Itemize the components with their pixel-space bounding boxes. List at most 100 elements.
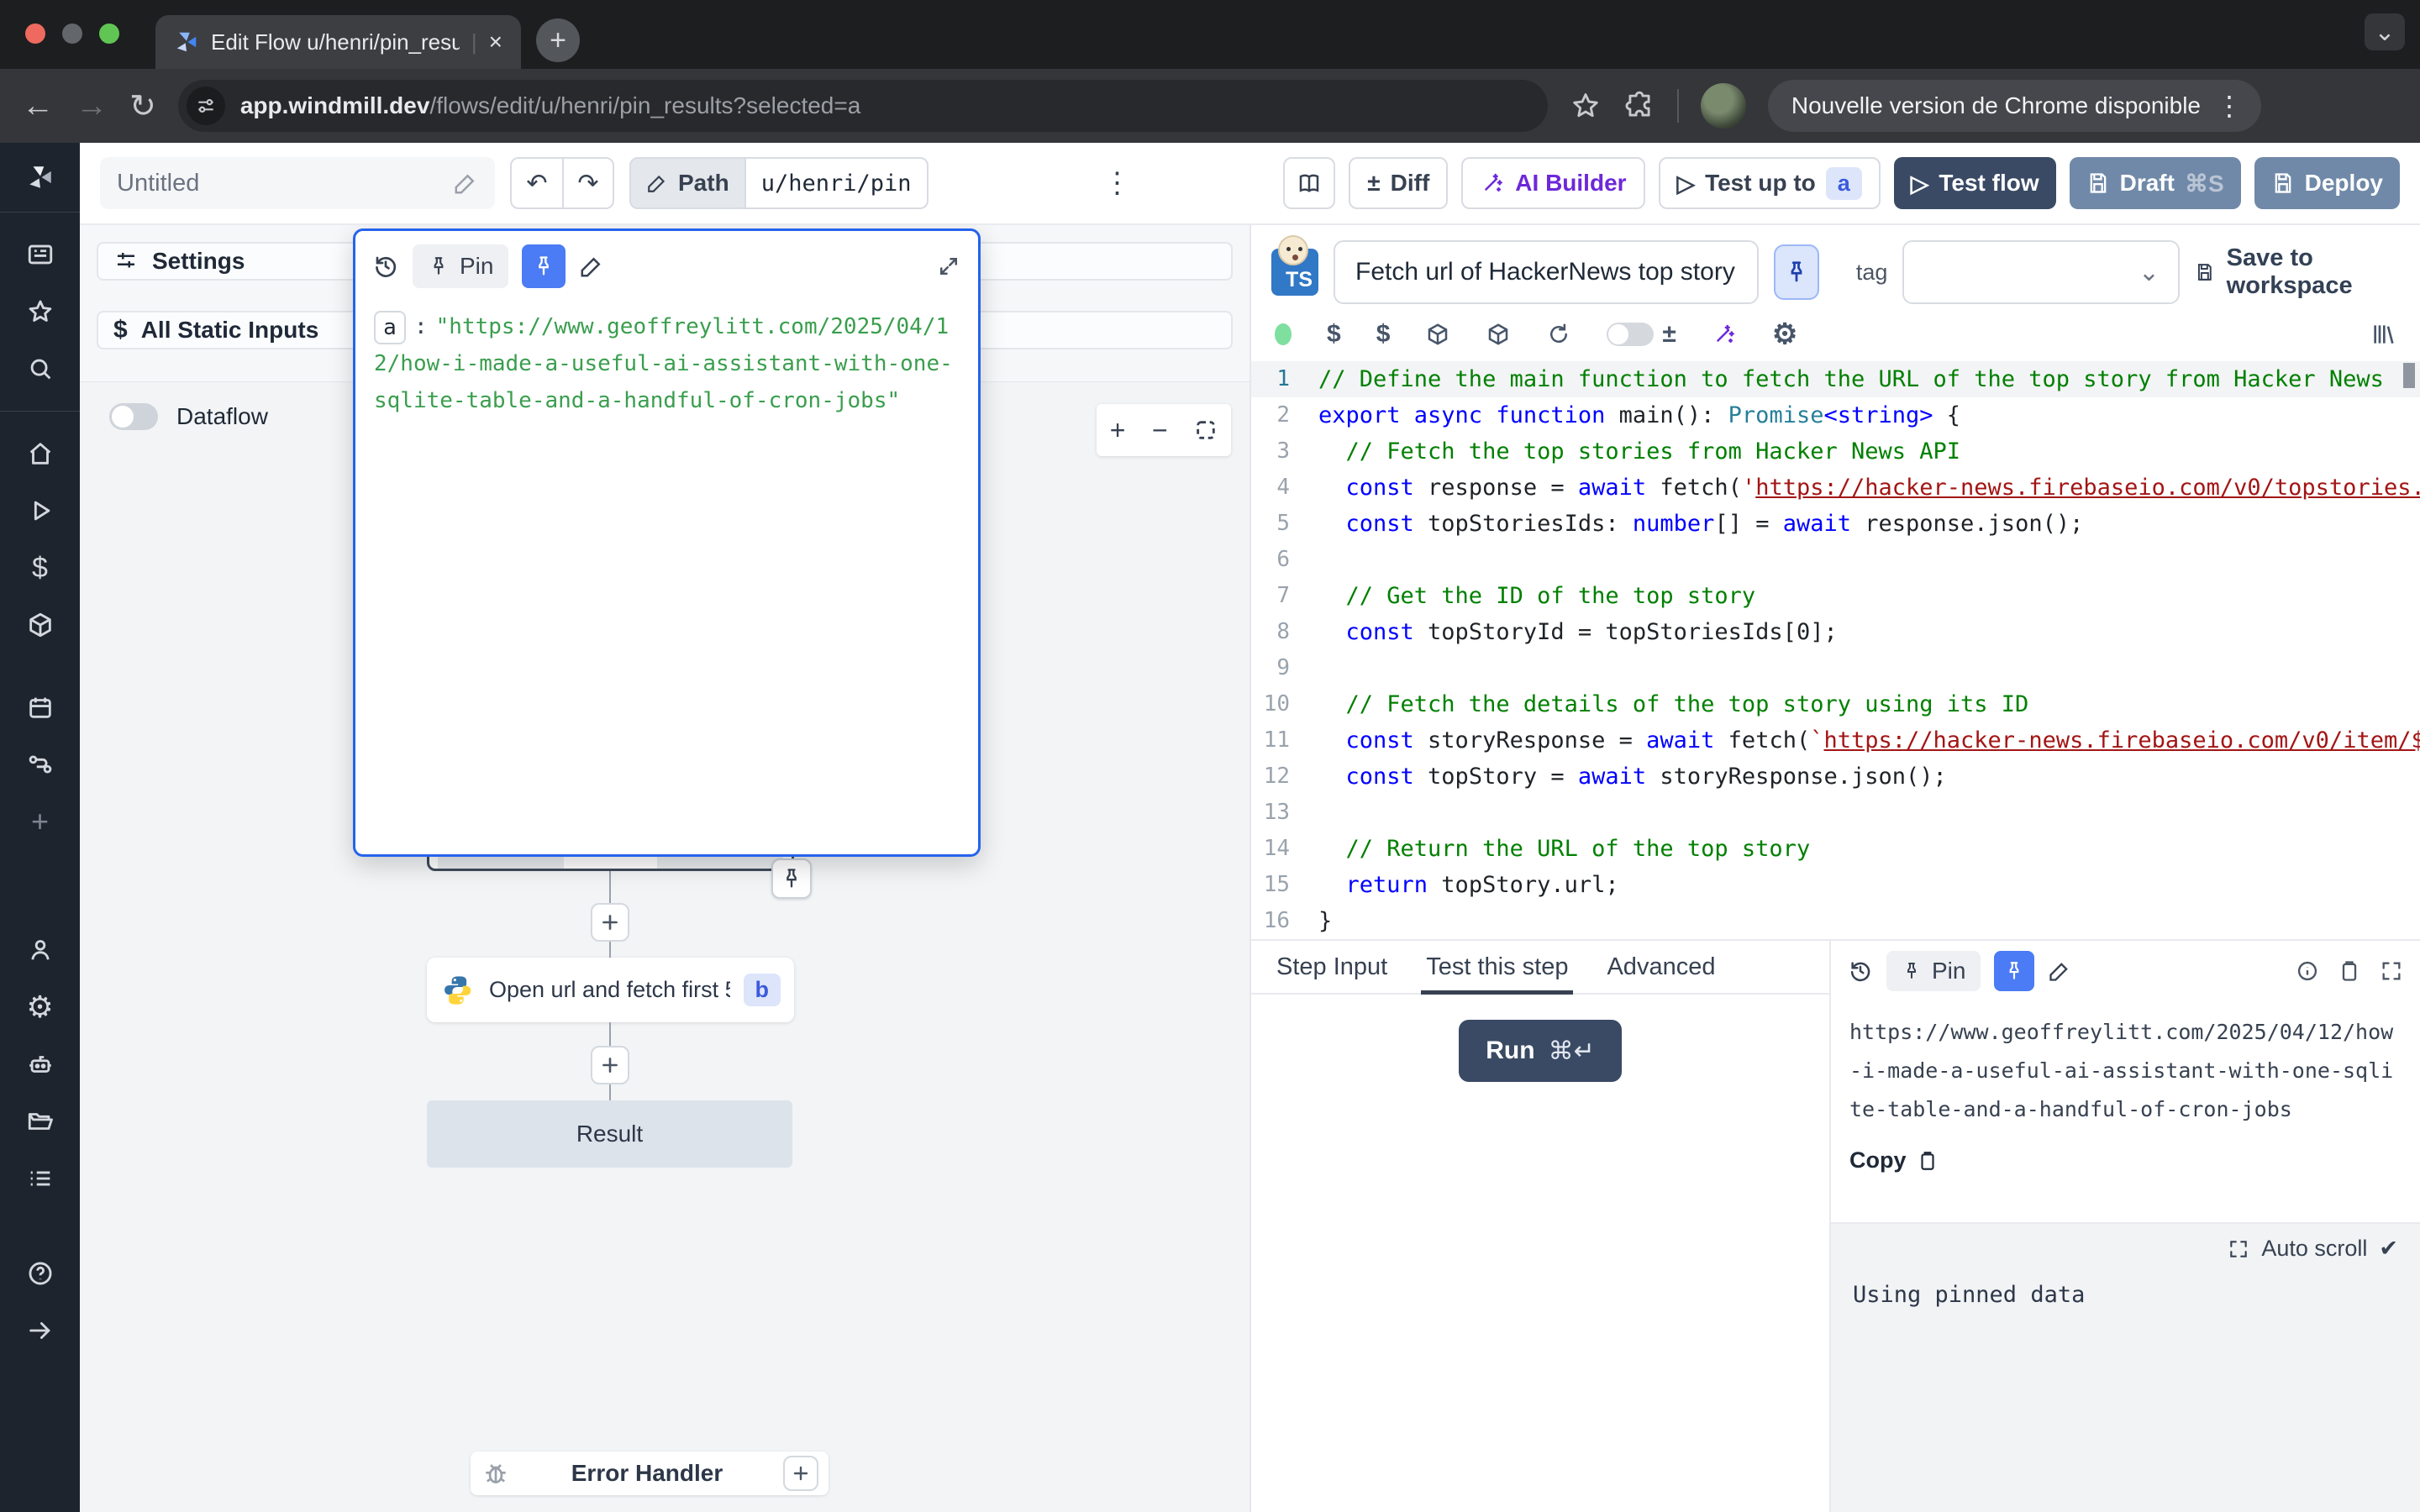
sidebar-user-icon[interactable]	[24, 934, 56, 966]
code-line[interactable]: 2export async function main(): Promise<s…	[1251, 397, 2420, 433]
copy-button[interactable]: Copy	[1831, 1129, 2420, 1192]
insert-step-button[interactable]	[591, 1046, 629, 1084]
sidebar-home-icon[interactable]	[24, 438, 56, 470]
more-options-kebab-icon[interactable]: ⋮	[1103, 166, 1132, 200]
library-icon[interactable]	[2370, 321, 2396, 348]
diff-plusminus-icon[interactable]: ±	[1662, 320, 1676, 349]
close-window-button[interactable]	[25, 24, 45, 44]
code-line[interactable]: 3 // Fetch the top stories from Hacker N…	[1251, 433, 2420, 470]
code-line[interactable]: 6	[1251, 542, 2420, 578]
tag-select[interactable]: ⌄	[1902, 240, 2180, 304]
sidebar-help-icon[interactable]	[24, 1257, 56, 1289]
code-line[interactable]: 10 // Fetch the details of the top story…	[1251, 686, 2420, 722]
zoom-in-button[interactable]: +	[1110, 415, 1126, 446]
pin-active-button[interactable]	[522, 244, 566, 288]
sidebar-flows-icon[interactable]	[24, 748, 56, 780]
pinned-value[interactable]: a:"https://www.geoffreylitt.com/2025/04/…	[355, 302, 978, 426]
edit-title-pencil-icon[interactable]	[453, 171, 478, 196]
dataflow-toggle[interactable]	[109, 403, 158, 430]
sidebar-folders-icon[interactable]	[24, 1105, 56, 1137]
code-line[interactable]: 11 const storyResponse = await fetch(`ht…	[1251, 722, 2420, 759]
windmill-logo-icon[interactable]	[24, 161, 56, 193]
address-bar[interactable]: app.windmill.dev/flows/edit/u/henri/pin_…	[178, 80, 1548, 132]
sidebar-apps-icon[interactable]	[24, 239, 56, 270]
insert-step-button[interactable]	[591, 903, 629, 942]
code-line[interactable]: 4 const response = await fetch('https://…	[1251, 470, 2420, 506]
variables-dollar-icon[interactable]: $	[1327, 320, 1341, 349]
deploy-button[interactable]: Deploy	[2254, 157, 2400, 209]
sidebar-add-icon[interactable]: +	[24, 806, 56, 837]
result-pin-active-button[interactable]	[1994, 951, 2034, 991]
history-icon[interactable]	[1848, 958, 1873, 984]
info-icon[interactable]	[2296, 959, 2319, 983]
sidebar-logs-icon[interactable]	[24, 1163, 56, 1194]
flow-node-b[interactable]: Open url and fetch first 500 words of ..…	[427, 958, 794, 1022]
save-to-workspace-button[interactable]: Save to workspace	[2195, 244, 2400, 300]
result-pin-tab[interactable]: Pin	[1886, 951, 1981, 991]
flow-title-box[interactable]: Untitled	[100, 157, 495, 209]
undo-button[interactable]: ↶	[510, 157, 562, 209]
code-line[interactable]: 8 const topStoryId = topStoriesIds[0];	[1251, 614, 2420, 650]
redo-button[interactable]: ↷	[562, 157, 614, 209]
extensions-puzzle-icon[interactable]	[1623, 90, 1655, 122]
forward-icon[interactable]: →	[76, 88, 108, 124]
draft-button[interactable]: Draft ⌘S	[2070, 157, 2241, 209]
scrollbar-marker[interactable]	[2403, 363, 2415, 388]
expand-popup-icon[interactable]	[936, 254, 961, 279]
new-tab-button[interactable]: +	[536, 18, 580, 62]
tab-search-button[interactable]: ⌄	[2365, 13, 2405, 50]
test-flow-button[interactable]: ▷ Test flow	[1894, 157, 2056, 209]
back-icon[interactable]: ←	[22, 88, 54, 124]
sidebar-settings-gear-icon[interactable]: ⚙	[24, 991, 56, 1023]
error-handler-node[interactable]: Error Handler	[471, 1452, 829, 1495]
add-error-handler-button[interactable]	[783, 1456, 818, 1491]
code-line[interactable]: 1// Define the main function to fetch th…	[1251, 361, 2420, 397]
ai-builder-button[interactable]: AI Builder	[1461, 157, 1644, 209]
path-button[interactable]: Path	[629, 157, 746, 209]
sidebar-search-icon[interactable]	[24, 353, 56, 385]
browser-menu-kebab-icon[interactable]: ⋮	[2216, 90, 2243, 122]
bookmark-star-icon[interactable]	[1570, 90, 1602, 122]
edit-pin-pencil-icon[interactable]	[579, 254, 604, 279]
browser-tab[interactable]: Edit Flow u/henri/pin_results | ×	[155, 15, 521, 69]
editor-settings-gear-icon[interactable]: ⚙	[1772, 318, 1797, 351]
resources-dollar-icon[interactable]: $	[1376, 320, 1391, 349]
sidebar-schedules-icon[interactable]	[24, 691, 56, 723]
flow-result-node[interactable]: Result	[427, 1100, 792, 1168]
test-up-to-button[interactable]: ▷ Test up to a	[1659, 157, 1881, 209]
code-line[interactable]: 12 const topStory = await storyResponse.…	[1251, 759, 2420, 795]
package-icon[interactable]	[1425, 322, 1450, 347]
tab-step-input[interactable]: Step Input	[1276, 941, 1387, 993]
docs-book-button[interactable]	[1283, 157, 1335, 209]
reload-icon[interactable]	[1546, 322, 1571, 347]
zoom-out-button[interactable]: −	[1152, 415, 1168, 446]
code-editor[interactable]: 1// Define the main function to fetch th…	[1251, 361, 2420, 939]
code-line[interactable]: 9	[1251, 650, 2420, 686]
code-line[interactable]: 15 return topStory.url;	[1251, 867, 2420, 903]
tab-close-icon[interactable]: ×	[489, 30, 502, 54]
sidebar-expand-arrow-icon[interactable]	[24, 1315, 56, 1347]
reload-icon[interactable]: ↻	[129, 87, 156, 125]
clipboard-icon[interactable]	[2338, 959, 2361, 983]
code-line[interactable]: 5 const topStoriesIds: number[] = await …	[1251, 506, 2420, 542]
run-button[interactable]: Run ⌘↵	[1459, 1020, 1621, 1082]
step-pin-button[interactable]	[1774, 244, 1819, 300]
browser-profile-avatar[interactable]	[1701, 83, 1746, 129]
code-line[interactable]: 7 // Get the ID of the top story	[1251, 578, 2420, 614]
sidebar-variables-icon[interactable]: $	[24, 552, 56, 584]
code-line[interactable]: 13	[1251, 795, 2420, 831]
fullscreen-icon[interactable]	[2380, 959, 2403, 983]
site-settings-icon[interactable]	[187, 87, 225, 125]
sidebar-resources-icon[interactable]	[24, 609, 56, 641]
diff-button[interactable]: ± Diff	[1349, 157, 1448, 209]
sidebar-runs-icon[interactable]	[24, 495, 56, 527]
window-controls[interactable]	[25, 24, 119, 44]
sidebar-workers-robot-icon[interactable]	[24, 1048, 56, 1080]
tab-test-this-step[interactable]: Test this step	[1426, 941, 1568, 993]
fit-view-button[interactable]	[1194, 418, 1218, 442]
history-icon[interactable]	[372, 253, 399, 280]
tab-advanced[interactable]: Advanced	[1607, 941, 1715, 993]
url-text[interactable]: app.windmill.dev/flows/edit/u/henri/pin_…	[240, 92, 860, 119]
editor-toggle[interactable]	[1607, 323, 1654, 346]
result-value[interactable]: https://www.geoffreylitt.com/2025/04/12/…	[1831, 1001, 2420, 1129]
